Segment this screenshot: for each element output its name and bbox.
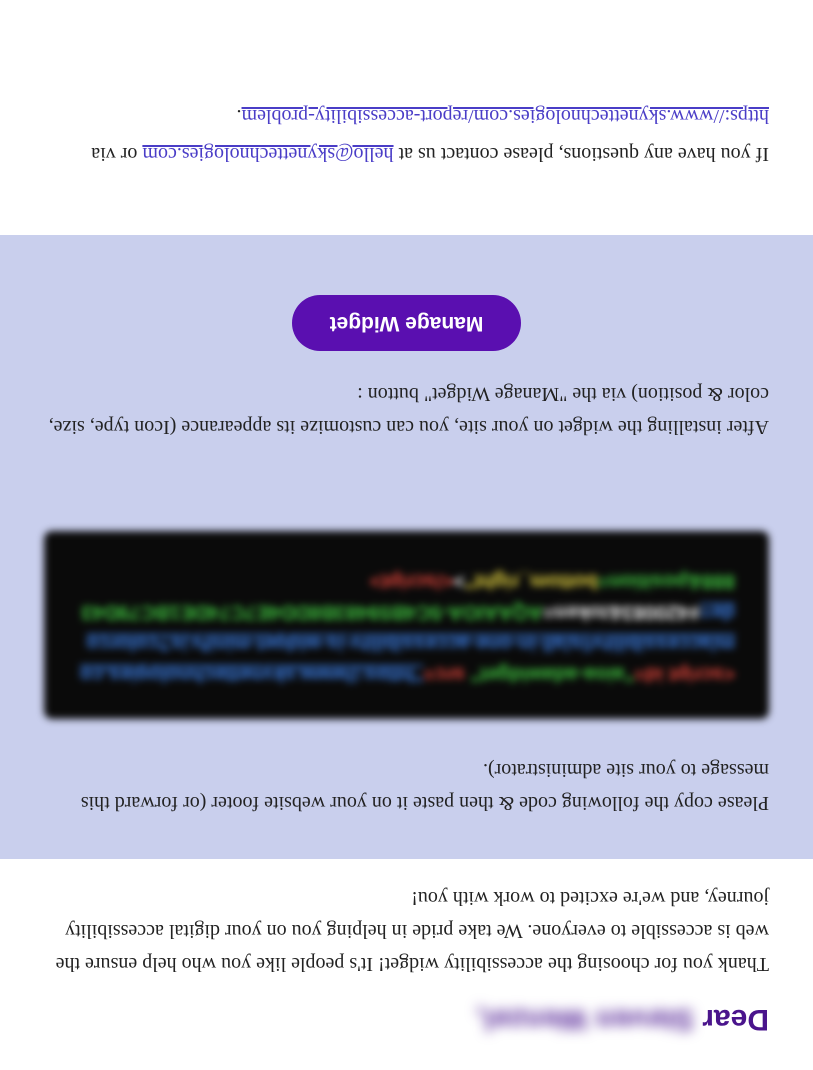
- manage-widget-button[interactable]: Manage Widget: [292, 295, 522, 351]
- header-section: Dear Steven Wenzel, Thank you for choosi…: [0, 859, 813, 1070]
- contact-mid: or via: [91, 143, 142, 165]
- button-row: Manage Widget: [44, 295, 769, 351]
- code-token: src=: [423, 663, 465, 685]
- code-token: "aioa-adawidget": [465, 663, 634, 685]
- code-token: #420083&token=: [543, 601, 700, 623]
- code-token: </script>: [370, 570, 453, 592]
- code-token: <script id=: [634, 663, 735, 685]
- contact-end: .: [237, 105, 242, 127]
- instructions-section: Please copy the following code & then pa…: [0, 235, 813, 859]
- code-snippet[interactable]: <script id="aioa-adawidget" src="https:/…: [44, 531, 769, 719]
- greeting-line: Dear Steven Wenzel,: [44, 1002, 769, 1036]
- contact-pre: If you have any questions, please contac…: [394, 143, 769, 165]
- contact-url-link[interactable]: https://www.skynettechnologies.com/repor…: [242, 105, 769, 127]
- contact-email-link[interactable]: hello@skynettechnologies.com: [142, 143, 393, 165]
- email-body: Dear Steven Wenzel, Thank you for choosi…: [0, 67, 813, 1070]
- footer-section: If you have any questions, please contac…: [0, 67, 813, 235]
- greeting-name: Steven Wenzel,: [476, 1002, 694, 1036]
- code-token: bottom_right": [465, 570, 598, 592]
- intro-paragraph: Thank you for choosing the accessibility…: [44, 881, 769, 980]
- contact-paragraph: If you have any questions, please contac…: [44, 97, 769, 173]
- code-token: >: [453, 570, 465, 592]
- greeting-prefix: Dear: [694, 1003, 769, 1036]
- copy-instruction: Please copy the following code & then pa…: [44, 753, 769, 819]
- customize-instruction: After installing the widget on your site…: [44, 377, 769, 443]
